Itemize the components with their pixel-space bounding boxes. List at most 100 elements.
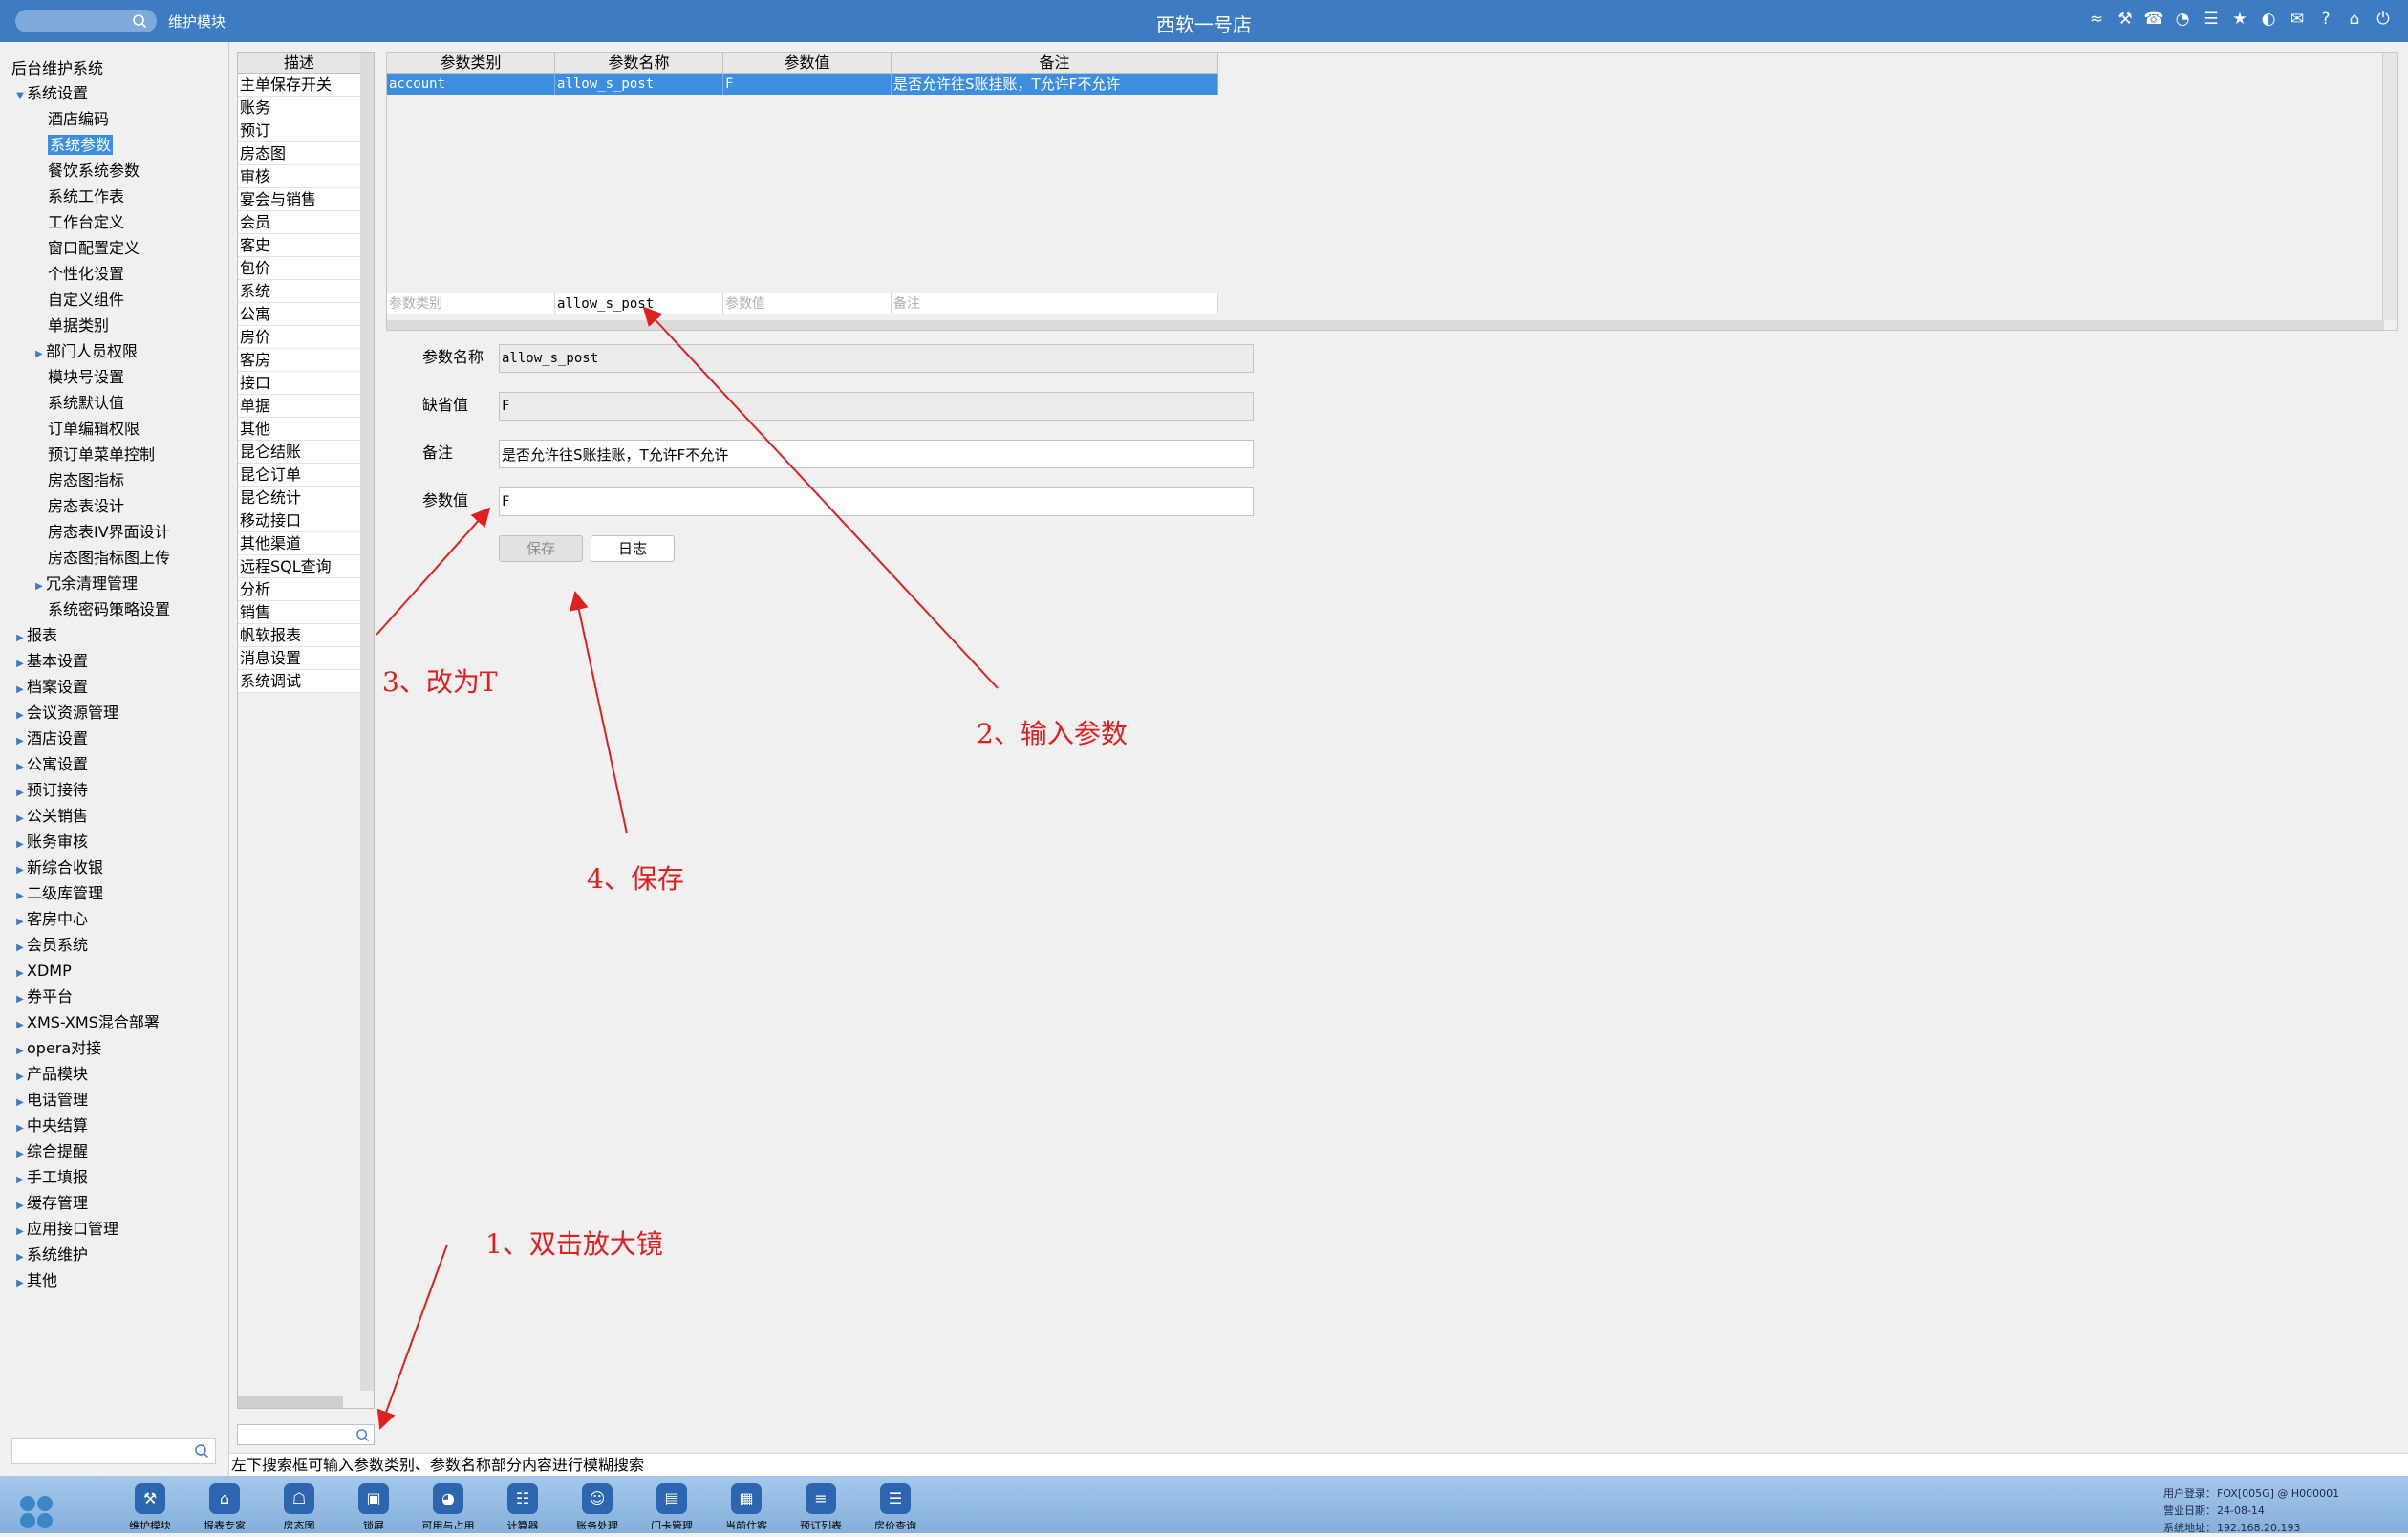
- expand-right-icon[interactable]: ▶: [13, 703, 27, 728]
- nav-item[interactable]: 房态表设计: [0, 493, 229, 519]
- expand-right-icon[interactable]: ▶: [13, 1115, 27, 1141]
- remark-field[interactable]: [499, 440, 1254, 468]
- nav-item[interactable]: ▶ 酒店设置: [0, 725, 229, 751]
- expand-right-icon[interactable]: ▶: [13, 857, 27, 883]
- palette-icon[interactable]: ◔: [2173, 10, 2192, 29]
- expand-right-icon[interactable]: ▶: [13, 961, 27, 986]
- nav-item[interactable]: ▶ 缓存管理: [0, 1190, 229, 1216]
- expand-right-icon[interactable]: ▶: [13, 728, 27, 754]
- expand-right-icon[interactable]: ▶: [13, 651, 27, 677]
- filter-category-input[interactable]: [387, 293, 555, 314]
- category-horizontal-scrollbar[interactable]: [238, 1396, 343, 1408]
- grid-horizontal-scrollbar[interactable]: [387, 320, 2384, 330]
- nav-item[interactable]: 房态图指标: [0, 467, 229, 493]
- nav-item[interactable]: 自定义组件: [0, 287, 229, 313]
- nav-item[interactable]: ▶ 产品模块: [0, 1061, 229, 1087]
- expand-right-icon[interactable]: ▶: [13, 1038, 27, 1064]
- list-item[interactable]: 宴会与销售: [238, 188, 360, 211]
- tools-icon[interactable]: ⚒: [2116, 10, 2135, 29]
- expand-right-icon[interactable]: ▶: [13, 780, 27, 806]
- nav-item[interactable]: ▶ 部门人员权限: [0, 338, 229, 364]
- expand-right-icon[interactable]: ▶: [13, 1270, 27, 1296]
- expand-right-icon[interactable]: ▶: [13, 677, 27, 703]
- nav-item[interactable]: ▶ 基本设置: [0, 648, 229, 674]
- list-item[interactable]: 销售: [238, 601, 360, 624]
- cell-value[interactable]: F: [723, 74, 892, 95]
- home-icon[interactable]: ⌂: [2345, 10, 2364, 29]
- list-doc-icon[interactable]: ≡: [806, 1483, 836, 1514]
- taskbar-app[interactable]: ☷ 计算器: [485, 1483, 560, 1529]
- list-item[interactable]: 其他: [238, 418, 360, 441]
- price-doc-icon[interactable]: ☰: [880, 1483, 911, 1514]
- expand-right-icon[interactable]: ▶: [13, 1245, 27, 1270]
- power-icon[interactable]: ⏻: [2374, 10, 2393, 29]
- nav-item[interactable]: ▶ 报表: [0, 622, 229, 648]
- graduation-icon[interactable]: ⌂: [209, 1483, 240, 1514]
- param-value-field[interactable]: [499, 487, 1254, 516]
- list-item[interactable]: 客房: [238, 349, 360, 372]
- expand-right-icon[interactable]: ▶: [13, 935, 27, 961]
- expand-right-icon[interactable]: ▶: [13, 832, 27, 857]
- nav-item[interactable]: 工作台定义: [0, 209, 229, 235]
- save-button[interactable]: 保存: [499, 535, 583, 562]
- list-item[interactable]: 远程SQL查询: [238, 555, 360, 578]
- param-name-field[interactable]: [499, 344, 1254, 373]
- expand-right-icon[interactable]: ▶: [13, 986, 27, 1012]
- nav-item[interactable]: ▶ 会议资源管理: [0, 700, 229, 725]
- pie-icon[interactable]: ◕: [433, 1483, 463, 1514]
- nav-item[interactable]: ▶ 冗余清理管理: [0, 571, 229, 596]
- nav-item[interactable]: 单据类别: [0, 313, 229, 338]
- grid-header-name[interactable]: 参数名称: [555, 53, 723, 74]
- list-item[interactable]: 客史: [238, 234, 360, 257]
- list-item[interactable]: 帆软报表: [238, 624, 360, 647]
- nav-item[interactable]: ▶ opera对接: [0, 1035, 229, 1061]
- cell-name[interactable]: allow_s_post: [555, 74, 723, 95]
- taskbar-app[interactable]: ⚒ 维护模块: [113, 1483, 187, 1529]
- nav-item[interactable]: 模块号设置: [0, 364, 229, 390]
- filter-remark-input[interactable]: [892, 293, 1218, 314]
- list-item[interactable]: 移动接口: [238, 509, 360, 532]
- nav-item[interactable]: ▶ 公关销售: [0, 803, 229, 829]
- nav-item[interactable]: ▶ 系统维护: [0, 1242, 229, 1267]
- mail-icon[interactable]: ✉: [2288, 10, 2307, 29]
- id-card-icon[interactable]: ▦: [731, 1483, 762, 1514]
- card-icon[interactable]: ▤: [656, 1483, 687, 1514]
- taskbar-app[interactable]: ⌂ 报表专家: [187, 1483, 262, 1529]
- nav-item[interactable]: 窗口配置定义: [0, 235, 229, 261]
- table-row[interactable]: account allow_s_post F 是否允许往S账挂账，T允许F不允许: [387, 74, 1218, 95]
- list-item[interactable]: 接口: [238, 372, 360, 395]
- nav-item[interactable]: 系统密码策略设置: [0, 596, 229, 622]
- nav-item[interactable]: ▶ 应用接口管理: [0, 1216, 229, 1242]
- start-menu-icon[interactable]: [17, 1493, 55, 1531]
- list-item[interactable]: 系统: [238, 280, 360, 303]
- filter-name-input[interactable]: [555, 293, 723, 314]
- nav-item[interactable]: ▶ XMS-XMS混合部署: [0, 1009, 229, 1035]
- list-item[interactable]: 其他渠道: [238, 532, 360, 555]
- star-icon[interactable]: ★: [2230, 10, 2249, 29]
- list-item[interactable]: 主单保存开关: [238, 74, 360, 97]
- nav-root[interactable]: 后台维护系统: [11, 55, 103, 78]
- grid-header-remark[interactable]: 备注: [892, 53, 1218, 74]
- nav-item[interactable]: 系统默认值: [0, 390, 229, 416]
- taskbar-app[interactable]: ▣ 锁屏: [336, 1483, 411, 1529]
- nav-item[interactable]: ▶ 综合提醒: [0, 1138, 229, 1164]
- list-item[interactable]: 房价: [238, 326, 360, 349]
- wrench-icon[interactable]: ⚒: [135, 1483, 165, 1514]
- nav-item[interactable]: 预订单菜单控制: [0, 442, 229, 467]
- list-item[interactable]: 消息设置: [238, 647, 360, 670]
- list-item[interactable]: 分析: [238, 578, 360, 601]
- theme-icon[interactable]: ◐: [2259, 10, 2278, 29]
- list-item[interactable]: 昆仑结账: [238, 441, 360, 464]
- nav-item[interactable]: ▶ 公寓设置: [0, 751, 229, 777]
- expand-right-icon[interactable]: ▶: [13, 1219, 27, 1245]
- cell-remark[interactable]: 是否允许往S账挂账，T允许F不允许: [892, 74, 1218, 95]
- nav-item[interactable]: ▶ 账务审核: [0, 829, 229, 855]
- expand-right-icon[interactable]: ▶: [13, 1141, 27, 1167]
- nav-item[interactable]: 酒店编码: [0, 106, 229, 132]
- menu-icon[interactable]: ☰: [2202, 10, 2221, 29]
- filter-value-input[interactable]: [723, 293, 892, 314]
- expand-right-icon[interactable]: ▶: [32, 341, 46, 367]
- log-button[interactable]: 日志: [591, 535, 675, 562]
- search-icon[interactable]: [194, 1443, 209, 1459]
- list-item[interactable]: 预订: [238, 119, 360, 142]
